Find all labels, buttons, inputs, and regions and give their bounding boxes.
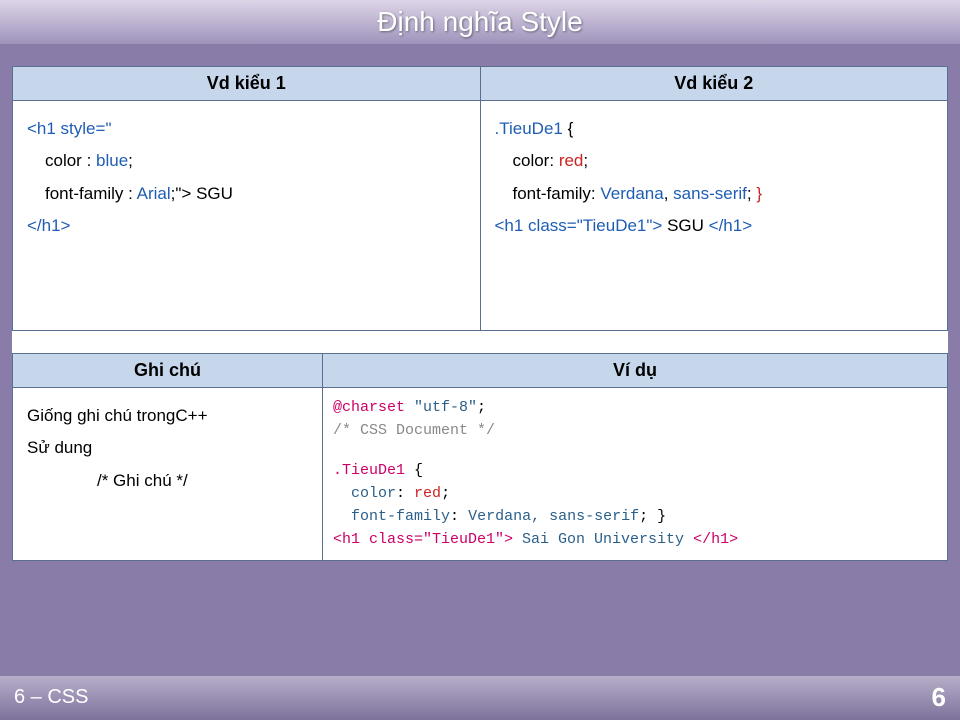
code-text: font-family : Arial;"> SGU — [27, 178, 233, 210]
content-area: Vd kiểu 1 Vd kiểu 2 <h1 style=" color : … — [12, 66, 948, 561]
code-text — [333, 443, 937, 459]
footer-band: 6 – CSS 6 — [0, 676, 960, 720]
code-text: <h1 style=" — [27, 119, 111, 138]
code-text: </h1> — [27, 216, 71, 235]
page-number: 6 — [932, 682, 946, 713]
code-text: /* CSS Document */ — [333, 419, 937, 442]
code-text: font-family: Verdana, sans-serif; } — [495, 178, 763, 210]
t2-header-1: Ghi chú — [13, 354, 323, 388]
code-text: color : blue; — [27, 145, 133, 177]
t2-cell-1: Giống ghi chú trongC++ Sử dung /* Ghi ch… — [13, 388, 323, 561]
t1-cell-2: .TieuDe1 { color: red; font-family: Verd… — [480, 101, 948, 331]
spacer — [12, 331, 948, 353]
note-text: /* Ghi chú */ — [27, 465, 188, 497]
t1-header-1: Vd kiểu 1 — [13, 67, 481, 101]
code-text: <h1 class="TieuDe1"> SGU </h1> — [495, 210, 934, 242]
note-text: Sử dung — [27, 432, 308, 464]
code-text: <h1 class="TieuDe1"> Sai Gon University … — [333, 528, 937, 551]
code-text: .TieuDe1 { — [495, 113, 934, 145]
code-text: color: red; — [333, 482, 937, 505]
t2-cell-2: @charset "utf-8"; /* CSS Document */ .Ti… — [323, 388, 948, 561]
footer-left: 6 – CSS — [14, 686, 88, 709]
t2-header-2: Ví dụ — [323, 354, 948, 388]
code-text: .TieuDe1 { — [333, 459, 937, 482]
code-text: font-family: Verdana, sans-serif; } — [333, 505, 937, 528]
example-table-1: Vd kiểu 1 Vd kiểu 2 <h1 style=" color : … — [12, 66, 948, 331]
code-text: color: red; — [495, 145, 589, 177]
t1-header-2: Vd kiểu 2 — [480, 67, 948, 101]
t1-cell-1: <h1 style=" color : blue; font-family : … — [13, 101, 481, 331]
note-text: Giống ghi chú trongC++ — [27, 400, 308, 432]
code-text: @charset "utf-8"; — [333, 396, 937, 419]
title-band: Định nghĩa Style — [0, 0, 960, 44]
example-table-2: Ghi chú Ví dụ Giống ghi chú trongC++ Sử … — [12, 353, 948, 561]
slide-title: Định nghĩa Style — [377, 6, 582, 38]
